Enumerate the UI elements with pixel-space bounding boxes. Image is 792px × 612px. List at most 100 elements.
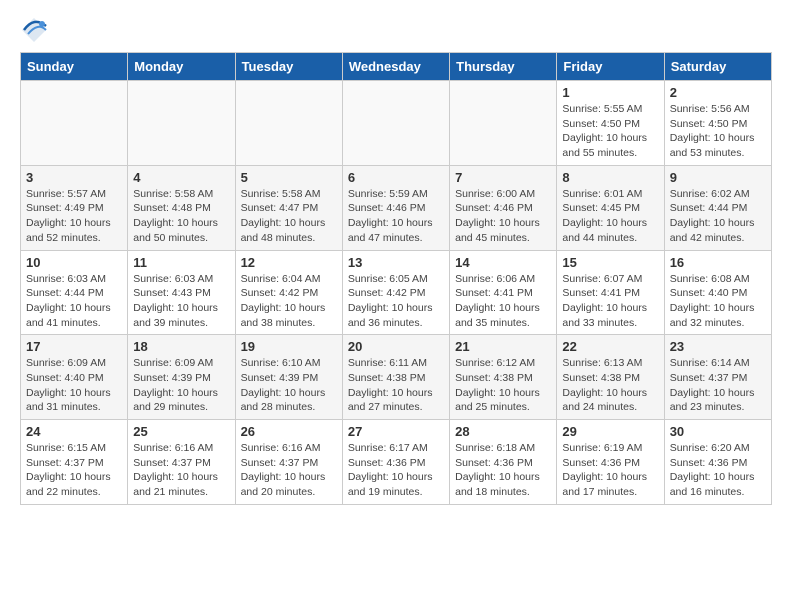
calendar-cell: 28 Sunrise: 6:18 AM Sunset: 4:36 PM Dayli…: [450, 420, 557, 505]
day-info: Sunrise: 6:16 AM Sunset: 4:37 PM Dayligh…: [241, 441, 337, 500]
day-number: 12: [241, 255, 337, 270]
day-info: Sunrise: 6:09 AM Sunset: 4:39 PM Dayligh…: [133, 356, 229, 415]
day-info: Sunrise: 6:06 AM Sunset: 4:41 PM Dayligh…: [455, 272, 551, 331]
calendar-cell: 21 Sunrise: 6:12 AM Sunset: 4:38 PM Dayli…: [450, 335, 557, 420]
calendar-cell: 12 Sunrise: 6:04 AM Sunset: 4:42 PM Dayli…: [235, 250, 342, 335]
page-container: SundayMondayTuesdayWednesdayThursdayFrid…: [0, 0, 792, 521]
calendar-cell: 4 Sunrise: 5:58 AM Sunset: 4:48 PM Daylig…: [128, 165, 235, 250]
day-number: 22: [562, 339, 658, 354]
day-number: 6: [348, 170, 444, 185]
logo-icon: [20, 16, 48, 44]
day-number: 26: [241, 424, 337, 439]
day-number: 15: [562, 255, 658, 270]
day-number: 28: [455, 424, 551, 439]
day-number: 24: [26, 424, 122, 439]
calendar-body: 1 Sunrise: 5:55 AM Sunset: 4:50 PM Daylig…: [21, 81, 772, 505]
calendar-cell: [128, 81, 235, 166]
calendar-cell: [21, 81, 128, 166]
calendar-cell: 23Sunrise: 6:14 AM Sunset: 4:37 PM Dayli…: [664, 335, 771, 420]
day-info: Sunrise: 5:55 AM Sunset: 4:50 PM Dayligh…: [562, 102, 658, 161]
day-number: 5: [241, 170, 337, 185]
calendar-cell: 29Sunrise: 6:19 AM Sunset: 4:36 PM Dayli…: [557, 420, 664, 505]
week-row-5: 24 Sunrise: 6:15 AM Sunset: 4:37 PM Dayli…: [21, 420, 772, 505]
day-number: 8: [562, 170, 658, 185]
calendar-cell: 17Sunrise: 6:09 AM Sunset: 4:40 PM Dayli…: [21, 335, 128, 420]
day-number: 4: [133, 170, 229, 185]
calendar-cell: 14Sunrise: 6:06 AM Sunset: 4:41 PM Dayli…: [450, 250, 557, 335]
week-row-2: 3Sunrise: 5:57 AM Sunset: 4:49 PM Daylig…: [21, 165, 772, 250]
day-info: Sunrise: 6:16 AM Sunset: 4:37 PM Dayligh…: [133, 441, 229, 500]
calendar-cell: 3Sunrise: 5:57 AM Sunset: 4:49 PM Daylig…: [21, 165, 128, 250]
day-number: 1: [562, 85, 658, 100]
day-info: Sunrise: 6:07 AM Sunset: 4:41 PM Dayligh…: [562, 272, 658, 331]
calendar-cell: 10 Sunrise: 6:03 AM Sunset: 4:44 PM Dayli…: [21, 250, 128, 335]
day-info: Sunrise: 6:19 AM Sunset: 4:36 PM Dayligh…: [562, 441, 658, 500]
day-number: 11: [133, 255, 229, 270]
day-info: Sunrise: 6:18 AM Sunset: 4:36 PM Dayligh…: [455, 441, 551, 500]
day-info: Sunrise: 6:20 AM Sunset: 4:36 PM Dayligh…: [670, 441, 766, 500]
calendar-table: SundayMondayTuesdayWednesdayThursdayFrid…: [20, 52, 772, 505]
calendar-header: SundayMondayTuesdayWednesdayThursdayFrid…: [21, 53, 772, 81]
calendar-cell: 30 Sunrise: 6:20 AM Sunset: 4:36 PM Dayli…: [664, 420, 771, 505]
calendar-cell: 27Sunrise: 6:17 AM Sunset: 4:36 PM Dayli…: [342, 420, 449, 505]
day-number: 13: [348, 255, 444, 270]
day-info: Sunrise: 6:12 AM Sunset: 4:38 PM Dayligh…: [455, 356, 551, 415]
day-number: 2: [670, 85, 766, 100]
weekday-header-monday: Monday: [128, 53, 235, 81]
day-info: Sunrise: 5:58 AM Sunset: 4:47 PM Dayligh…: [241, 187, 337, 246]
day-info: Sunrise: 6:04 AM Sunset: 4:42 PM Dayligh…: [241, 272, 337, 331]
calendar-cell: 26 Sunrise: 6:16 AM Sunset: 4:37 PM Dayli…: [235, 420, 342, 505]
day-info: Sunrise: 5:59 AM Sunset: 4:46 PM Dayligh…: [348, 187, 444, 246]
day-number: 18: [133, 339, 229, 354]
week-row-4: 17Sunrise: 6:09 AM Sunset: 4:40 PM Dayli…: [21, 335, 772, 420]
weekday-header-saturday: Saturday: [664, 53, 771, 81]
day-number: 16: [670, 255, 766, 270]
day-info: Sunrise: 5:58 AM Sunset: 4:48 PM Dayligh…: [133, 187, 229, 246]
calendar-cell: 5 Sunrise: 5:58 AM Sunset: 4:47 PM Daylig…: [235, 165, 342, 250]
weekday-header-thursday: Thursday: [450, 53, 557, 81]
calendar-cell: 9 Sunrise: 6:02 AM Sunset: 4:44 PM Daylig…: [664, 165, 771, 250]
weekday-header-tuesday: Tuesday: [235, 53, 342, 81]
calendar-cell: 7 Sunrise: 6:00 AM Sunset: 4:46 PM Daylig…: [450, 165, 557, 250]
calendar-cell: 1 Sunrise: 5:55 AM Sunset: 4:50 PM Daylig…: [557, 81, 664, 166]
day-info: Sunrise: 6:10 AM Sunset: 4:39 PM Dayligh…: [241, 356, 337, 415]
day-info: Sunrise: 6:01 AM Sunset: 4:45 PM Dayligh…: [562, 187, 658, 246]
day-number: 21: [455, 339, 551, 354]
day-number: 19: [241, 339, 337, 354]
calendar-cell: [235, 81, 342, 166]
day-info: Sunrise: 6:02 AM Sunset: 4:44 PM Dayligh…: [670, 187, 766, 246]
day-number: 25: [133, 424, 229, 439]
day-number: 10: [26, 255, 122, 270]
weekday-header-row: SundayMondayTuesdayWednesdayThursdayFrid…: [21, 53, 772, 81]
calendar-cell: [342, 81, 449, 166]
calendar-cell: 13 Sunrise: 6:05 AM Sunset: 4:42 PM Dayli…: [342, 250, 449, 335]
week-row-1: 1 Sunrise: 5:55 AM Sunset: 4:50 PM Daylig…: [21, 81, 772, 166]
day-info: Sunrise: 6:11 AM Sunset: 4:38 PM Dayligh…: [348, 356, 444, 415]
day-number: 9: [670, 170, 766, 185]
calendar-cell: 19 Sunrise: 6:10 AM Sunset: 4:39 PM Dayli…: [235, 335, 342, 420]
calendar-cell: 20 Sunrise: 6:11 AM Sunset: 4:38 PM Dayli…: [342, 335, 449, 420]
calendar-cell: 16Sunrise: 6:08 AM Sunset: 4:40 PM Dayli…: [664, 250, 771, 335]
day-info: Sunrise: 6:03 AM Sunset: 4:43 PM Dayligh…: [133, 272, 229, 331]
day-info: Sunrise: 6:05 AM Sunset: 4:42 PM Dayligh…: [348, 272, 444, 331]
weekday-header-wednesday: Wednesday: [342, 53, 449, 81]
calendar-cell: [450, 81, 557, 166]
calendar-cell: 6 Sunrise: 5:59 AM Sunset: 4:46 PM Daylig…: [342, 165, 449, 250]
day-number: 30: [670, 424, 766, 439]
day-info: Sunrise: 6:15 AM Sunset: 4:37 PM Dayligh…: [26, 441, 122, 500]
day-info: Sunrise: 5:56 AM Sunset: 4:50 PM Dayligh…: [670, 102, 766, 161]
day-number: 17: [26, 339, 122, 354]
calendar-cell: 2 Sunrise: 5:56 AM Sunset: 4:50 PM Daylig…: [664, 81, 771, 166]
logo: [20, 16, 52, 44]
day-number: 20: [348, 339, 444, 354]
day-number: 7: [455, 170, 551, 185]
weekday-header-friday: Friday: [557, 53, 664, 81]
calendar-cell: 15 Sunrise: 6:07 AM Sunset: 4:41 PM Dayli…: [557, 250, 664, 335]
day-info: Sunrise: 6:00 AM Sunset: 4:46 PM Dayligh…: [455, 187, 551, 246]
day-info: Sunrise: 6:17 AM Sunset: 4:36 PM Dayligh…: [348, 441, 444, 500]
calendar-cell: 22Sunrise: 6:13 AM Sunset: 4:38 PM Dayli…: [557, 335, 664, 420]
calendar-cell: 8 Sunrise: 6:01 AM Sunset: 4:45 PM Daylig…: [557, 165, 664, 250]
calendar-cell: 25 Sunrise: 6:16 AM Sunset: 4:37 PM Dayli…: [128, 420, 235, 505]
day-info: Sunrise: 6:03 AM Sunset: 4:44 PM Dayligh…: [26, 272, 122, 331]
calendar-cell: 11 Sunrise: 6:03 AM Sunset: 4:43 PM Dayli…: [128, 250, 235, 335]
